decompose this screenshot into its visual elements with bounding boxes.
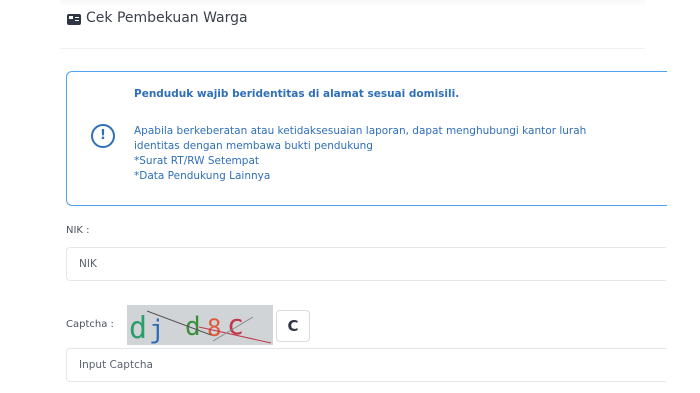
captcha-image: d j d 8 c (127, 305, 273, 346)
alert-body-line: *Data Pendukung Lainnya (134, 170, 271, 182)
nik-label: NIK : (66, 225, 90, 236)
captcha-refresh-button[interactable]: C (276, 310, 310, 342)
page: Cek Pembekuan Warga ! Penduduk wajib ber… (0, 0, 700, 393)
svg-text:d: d (185, 312, 201, 342)
svg-text:j: j (149, 315, 165, 345)
alert-body-line: Apabila berkeberatan atau ketidaksesuaia… (134, 125, 587, 137)
exclamation-circle-icon: ! (91, 124, 115, 148)
captcha-label: Captcha : (66, 319, 114, 330)
alert-body: Apabila berkeberatan atau ketidaksesuaia… (134, 124, 586, 184)
captcha-input[interactable] (66, 348, 666, 382)
alert-heading: Penduduk wajib beridentitas di alamat se… (134, 88, 460, 100)
alert-body-line: identitas dengan membawa bukti pendukung (134, 140, 373, 152)
refresh-icon: C (287, 317, 299, 335)
page-header: Cek Pembekuan Warga (60, 0, 645, 49)
info-alert: ! Penduduk wajib beridentitas di alamat … (66, 71, 667, 206)
id-card-icon (67, 14, 81, 25)
alert-body-line: *Surat RT/RW Setempat (134, 155, 259, 167)
page-title: Cek Pembekuan Warga (86, 10, 248, 26)
svg-text:d: d (129, 311, 147, 345)
nik-input[interactable] (66, 247, 666, 281)
header-shade (60, 0, 645, 6)
captcha-graphic: d j d 8 c (127, 305, 273, 346)
